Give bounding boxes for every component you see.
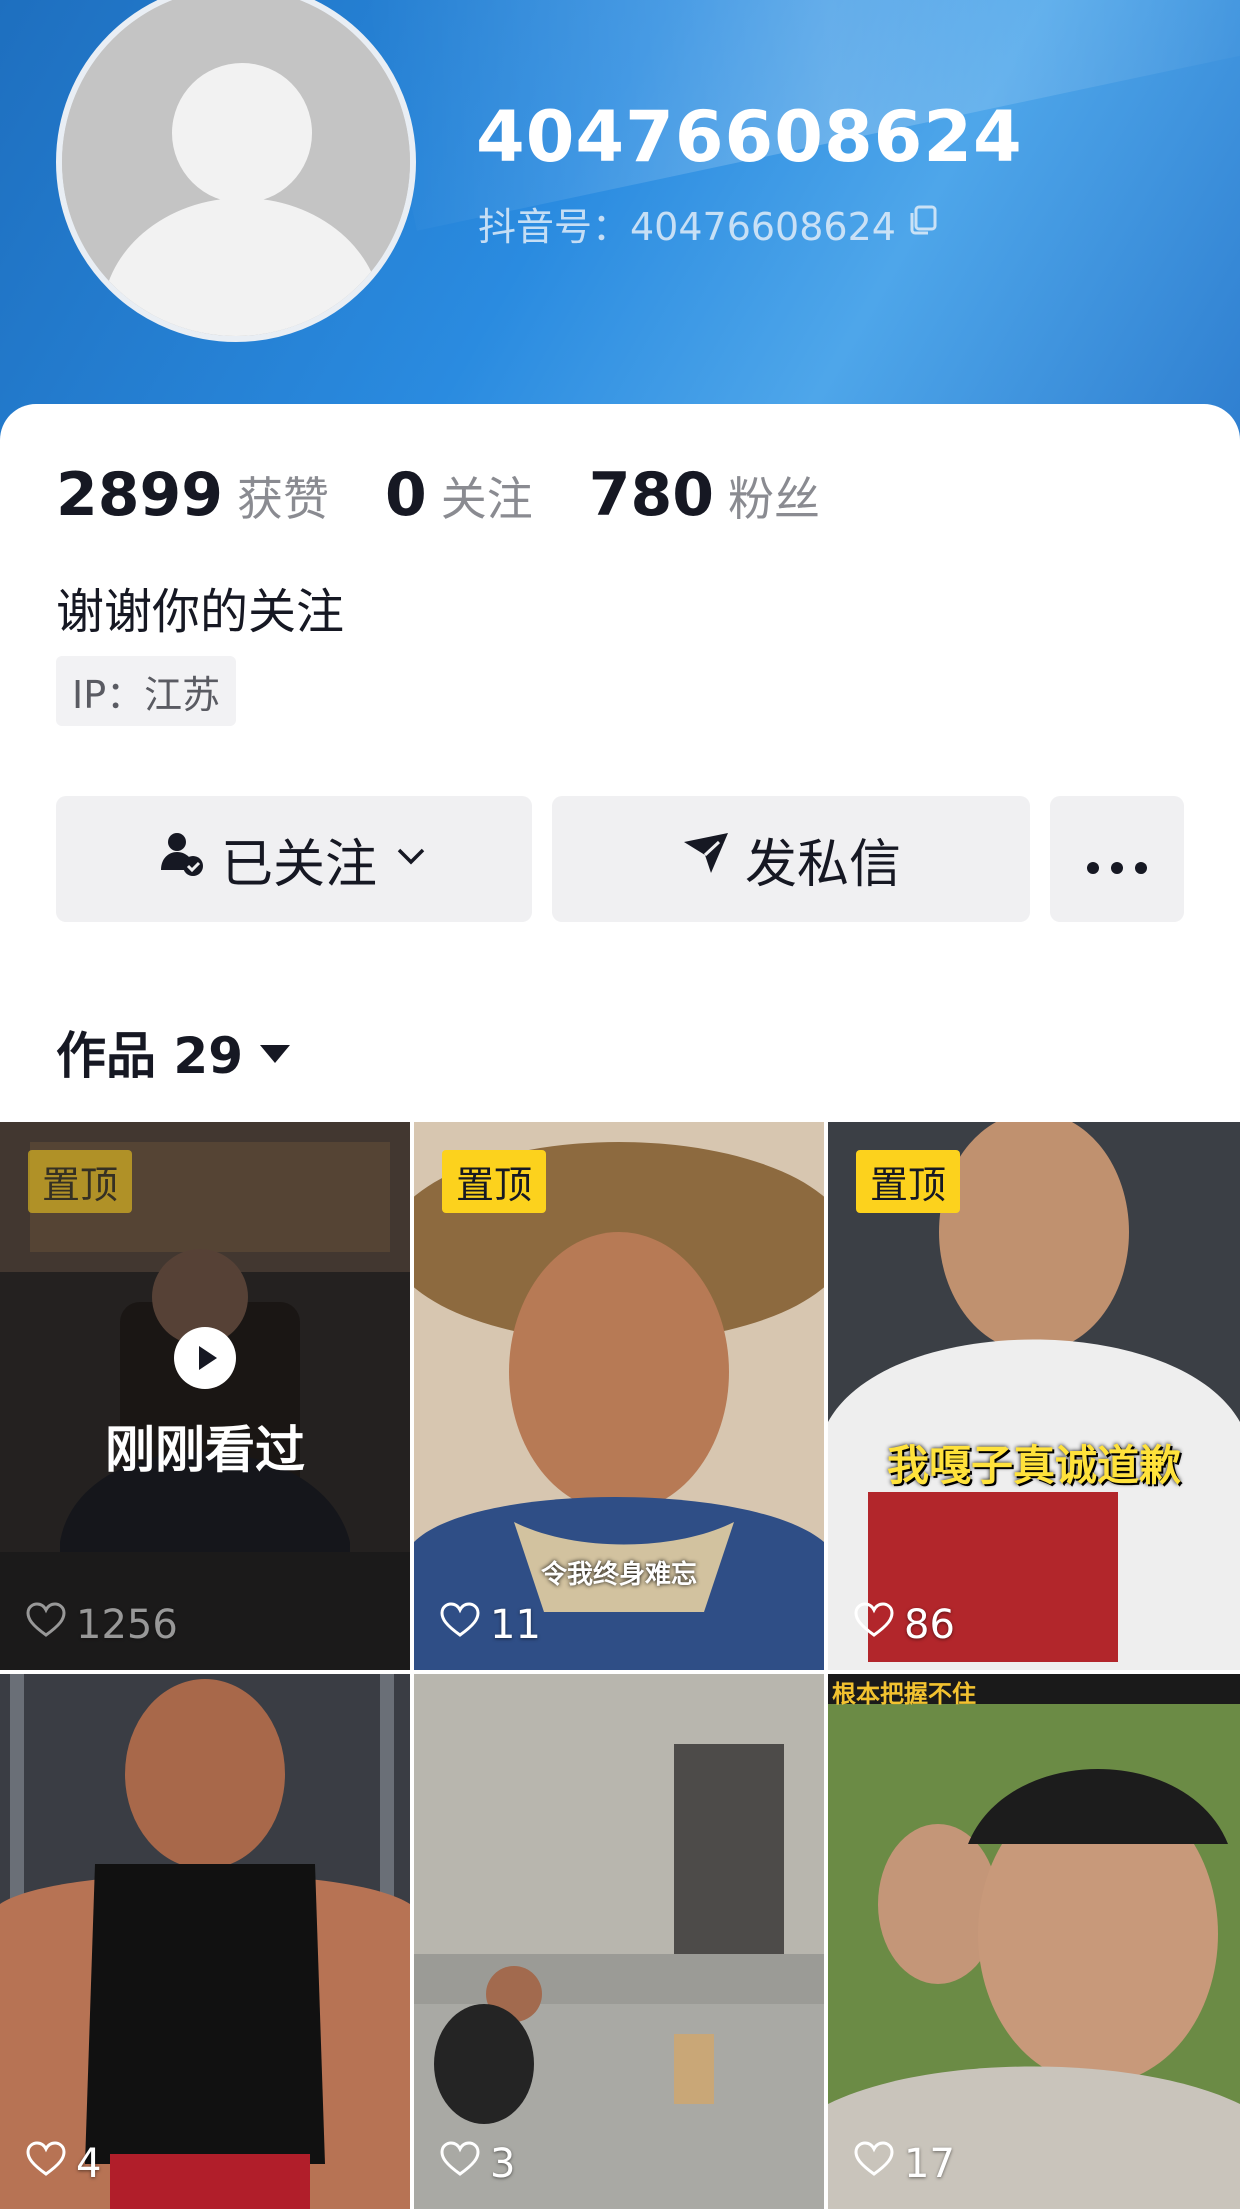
stat-likes-value: 2899	[56, 460, 223, 530]
like-count-value: 11	[490, 1602, 541, 1648]
stat-following-value: 0	[385, 460, 427, 530]
heart-icon	[440, 1602, 480, 1648]
more-button[interactable]	[1050, 796, 1184, 922]
like-count: 86	[854, 1602, 955, 1648]
caret-down-icon	[257, 1023, 293, 1081]
video-caption: 根本把握不住	[832, 1680, 976, 1708]
video-tile-5[interactable]: 3	[414, 1674, 824, 2209]
like-count-value: 86	[904, 1602, 955, 1648]
like-count: 3	[440, 2141, 515, 2187]
stats-row: 2899 获赞 0 关注 780 粉丝	[56, 460, 820, 530]
like-count-value: 4	[76, 2141, 102, 2187]
like-count-value: 3	[490, 2141, 516, 2187]
heart-icon	[26, 2141, 66, 2187]
copy-icon[interactable]	[906, 202, 940, 246]
pinned-badge: 置顶	[28, 1150, 133, 1213]
douyin-id-text: 抖音号：40476608624	[478, 205, 896, 249]
like-count-value: 17	[904, 2141, 955, 2187]
video-tile-6[interactable]: 根本把握不住 17	[828, 1674, 1240, 2209]
user-check-icon	[157, 828, 207, 891]
video-tile-4[interactable]: 4	[0, 1674, 410, 2209]
recently-viewed-label: 刚刚看过	[105, 1421, 305, 1479]
works-tab[interactable]: 作品 29	[56, 1016, 293, 1088]
heart-icon	[26, 1602, 66, 1648]
like-count: 11	[440, 1602, 541, 1648]
stat-following[interactable]: 0 关注	[385, 460, 533, 530]
stat-following-label: 关注	[440, 472, 533, 526]
send-message-label: 发私信	[744, 834, 901, 895]
pinned-badge: 置顶	[856, 1150, 961, 1213]
video-caption: 令我终身难忘	[540, 1560, 697, 1590]
heart-icon	[854, 1602, 894, 1648]
play-icon	[173, 1326, 237, 1394]
more-dots-icon	[1085, 829, 1149, 889]
stat-likes[interactable]: 2899 获赞	[56, 460, 329, 530]
stat-followers-value: 780	[588, 460, 714, 530]
stat-likes-label: 获赞	[237, 472, 329, 526]
video-tile-1[interactable]: 置顶 刚刚看过 1256	[0, 1122, 410, 1670]
send-message-button[interactable]: 发私信	[552, 796, 1030, 922]
followed-label: 已关注	[220, 834, 377, 895]
video-caption: 我嘎子真诚道歉	[886, 1441, 1181, 1490]
pinned-badge: 置顶	[442, 1150, 547, 1213]
like-count: 17	[854, 2141, 955, 2187]
heart-icon	[440, 2141, 480, 2187]
heart-icon	[854, 2141, 894, 2187]
stat-followers-label: 粉丝	[728, 472, 820, 526]
like-count: 1256	[26, 1602, 178, 1648]
stat-followers[interactable]: 780 粉丝	[589, 460, 820, 530]
send-icon	[681, 828, 731, 891]
username: 40476608624	[476, 96, 1023, 178]
like-count: 4	[26, 2141, 101, 2187]
bio: 谢谢你的关注	[56, 584, 345, 640]
douyin-id[interactable]: 抖音号：40476608624	[478, 196, 940, 251]
avatar[interactable]	[56, 0, 416, 342]
chevron-down-icon	[391, 829, 431, 889]
works-label: 作品 29	[56, 1027, 243, 1085]
profile-header: 40476608624 抖音号：40476608624	[0, 0, 1240, 440]
video-tile-3[interactable]: 置顶 我嘎子真诚道歉 86	[828, 1122, 1240, 1670]
ip-badge: IP：江苏	[56, 656, 237, 726]
followed-button[interactable]: 已关注	[56, 796, 532, 922]
like-count-value: 1256	[76, 1602, 178, 1648]
video-tile-2[interactable]: 置顶 令我终身难忘 11	[414, 1122, 824, 1670]
